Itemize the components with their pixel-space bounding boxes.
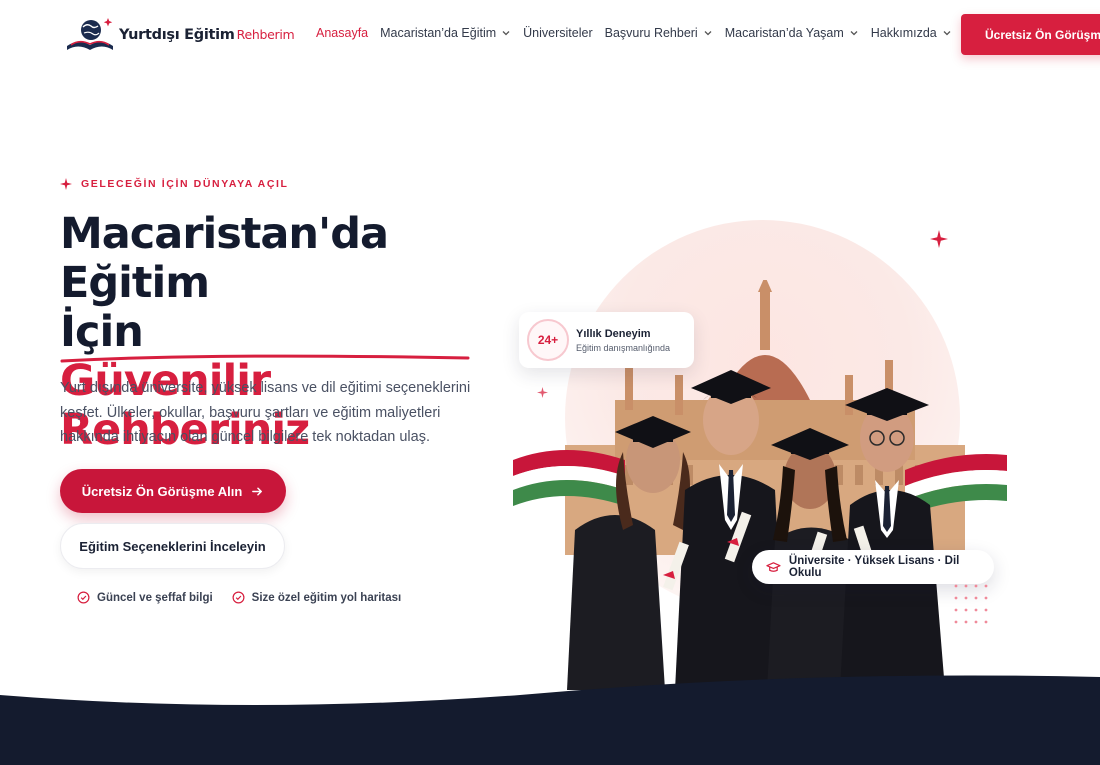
free-consultation-nav-button[interactable]: Ücretsiz Ön Görüşme xyxy=(961,14,1100,55)
nav-item-universiteler[interactable]: Üniversiteler xyxy=(523,26,592,40)
check-circle-icon xyxy=(77,591,90,604)
explore-options-button-label: Eğitim Seçeneklerini İnceleyin xyxy=(79,538,266,554)
check-item: Size özel eğitim yol haritası xyxy=(232,591,402,604)
check-item: Güncel ve şeffaf bilgi xyxy=(77,591,213,604)
experience-number: 24+ xyxy=(527,319,569,361)
nav-item-macaristanda-yasam[interactable]: Macaristan’da Yaşam xyxy=(725,26,859,40)
nav-item-label: Başvuru Rehberi xyxy=(604,26,698,40)
nav-item-label: Macaristan’da Eğitim xyxy=(380,26,497,40)
chevron-down-icon xyxy=(502,31,510,36)
hero-title-line2: İçin xyxy=(60,307,144,357)
chevron-down-icon xyxy=(943,31,951,36)
experience-subtitle: Eğitim danışmanlığında xyxy=(576,342,671,353)
graduation-cap-icon xyxy=(766,561,781,572)
nav-item-hakkimizda[interactable]: Hakkımızda xyxy=(871,26,952,40)
check-circle-icon xyxy=(232,591,245,604)
nav-item-basvuru-rehberi[interactable]: Başvuru Rehberi xyxy=(605,26,713,40)
experience-badge: 24+ Yıllık Deneyim Eğitim danışmanlığınd… xyxy=(519,312,694,368)
explore-options-button[interactable]: Eğitim Seçeneklerini İnceleyin xyxy=(60,523,285,569)
site-logo[interactable]: Yurtdışı Eğitim Rehberim xyxy=(64,16,295,54)
free-consultation-button-label: Ücretsiz Ön Görüşme Alın xyxy=(81,483,243,499)
check-item-label: Size özel eğitim yol haritası xyxy=(251,591,402,604)
experience-title: Yıllık Deneyim xyxy=(576,327,651,340)
hero-eyebrow-text: GELECEĞİN İÇİN DÜNYAYA AÇIL xyxy=(81,178,289,190)
chevron-down-icon xyxy=(704,31,712,36)
hero-bottom-wave xyxy=(0,675,1100,765)
globe-book-icon xyxy=(67,18,113,50)
nav-item-label: Üniversiteler xyxy=(523,26,593,40)
chevron-down-icon xyxy=(850,31,858,36)
logo-name-main: Yurtdışı Eğitim xyxy=(119,27,235,43)
main-menu: Anasayfa Macaristan’da Eğitim Üniversite… xyxy=(316,26,964,40)
experience-text: Yıllık Deneyim Eğitim danışmanlığında xyxy=(576,328,670,353)
logo-text: Yurtdışı Eğitim Rehberim xyxy=(119,27,295,43)
programs-pill-label: Üniversite · Yüksek Lisans · Dil Okulu xyxy=(788,555,960,579)
arrow-right-icon xyxy=(252,487,263,495)
title-underline-decoration xyxy=(60,354,470,363)
hero-title-line1: Macaristan'da Eğitim xyxy=(60,209,389,308)
hero-lead: Yurt dışında üniversite, yüksek lisans v… xyxy=(60,380,471,445)
nav-item-macaristanda-egitim[interactable]: Macaristan’da Eğitim xyxy=(380,26,511,40)
nav-item-label: Anasayfa xyxy=(316,26,369,40)
sparkle-icon xyxy=(930,230,948,248)
hero-checks: Güncel ve şeffaf bilgi Size özel eğitim … xyxy=(77,591,420,604)
hero-eyebrow: GELECEĞİN İÇİN DÜNYAYA AÇIL xyxy=(60,178,289,190)
free-consultation-button[interactable]: Ücretsiz Ön Görüşme Alın xyxy=(60,469,286,513)
sparkle-icon xyxy=(60,178,72,190)
site-header: Yurtdışı Eğitim Rehberim Anasayfa Macaris… xyxy=(0,0,1100,70)
dot-grid-decoration xyxy=(954,584,988,624)
nav-item-label: Macaristan’da Yaşam xyxy=(724,26,844,40)
check-item-label: Güncel ve şeffaf bilgi xyxy=(97,591,213,604)
logo-name-accent: Rehberim xyxy=(236,27,295,42)
nav-item-anasayfa[interactable]: Anasayfa xyxy=(316,26,368,40)
programs-pill: Üniversite · Yüksek Lisans · Dil Okulu xyxy=(752,550,994,584)
nav-item-label: Hakkımızda xyxy=(870,26,937,40)
